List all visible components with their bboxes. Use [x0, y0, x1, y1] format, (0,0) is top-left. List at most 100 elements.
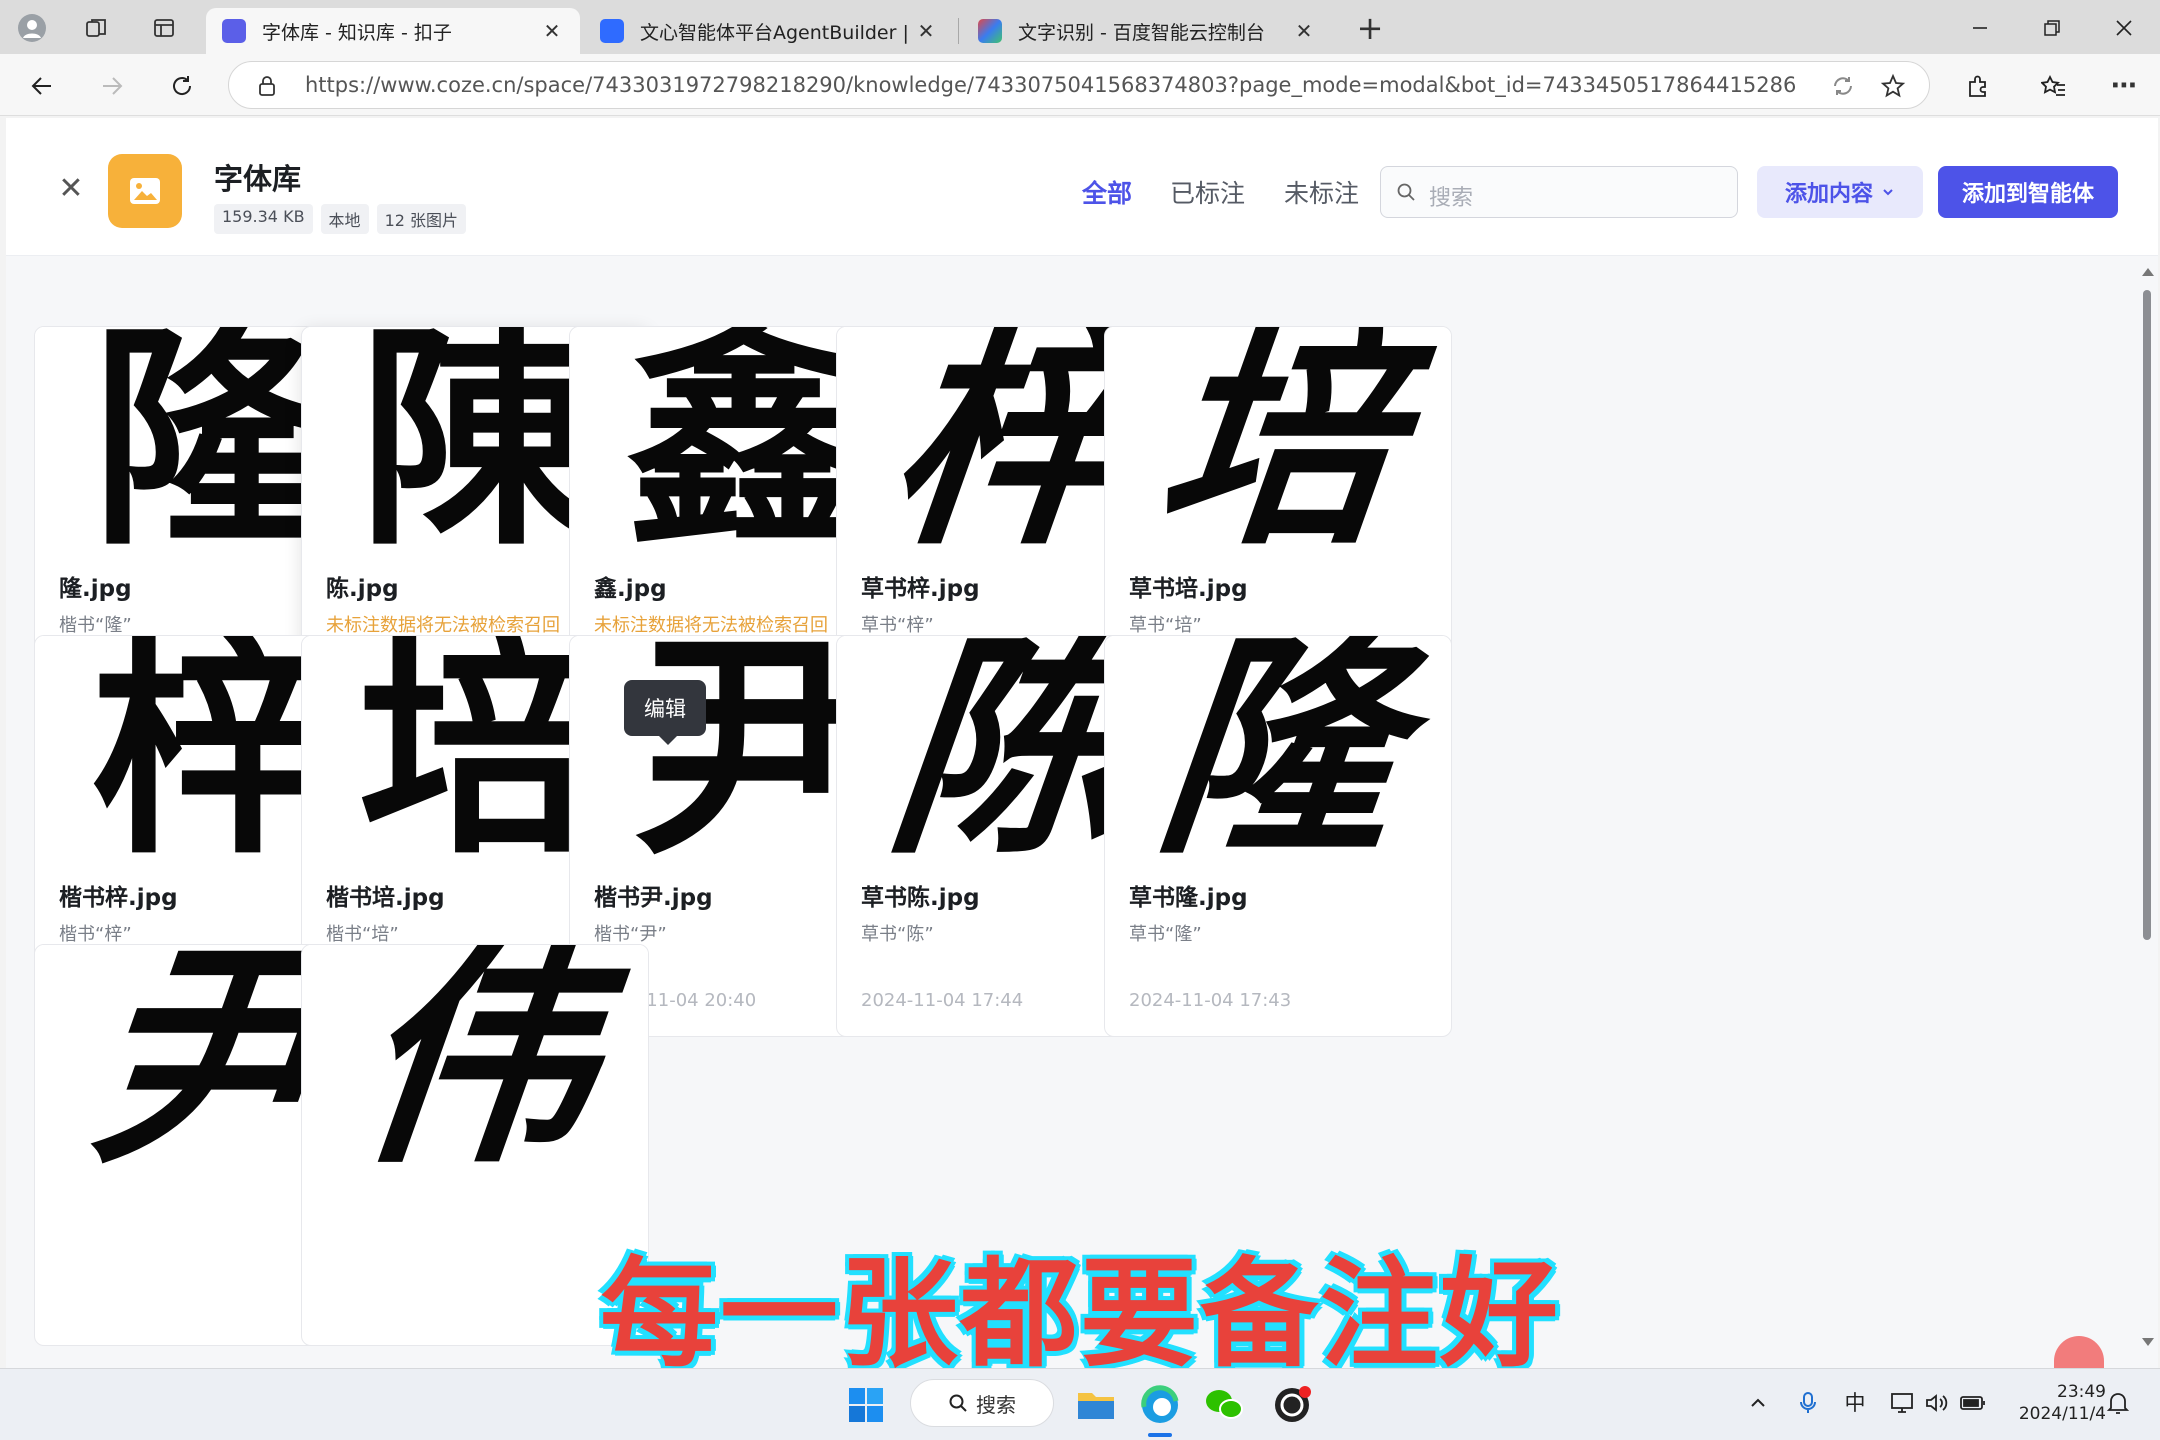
image-filename: 楷书培.jpg [326, 885, 445, 911]
image-filename: 草书培.jpg [1129, 576, 1248, 602]
close-modal-icon[interactable]: ✕ [56, 174, 86, 204]
image-annotation: 楷书“尹” [594, 924, 667, 945]
favorite-star-icon[interactable] [1879, 72, 1907, 100]
lock-icon[interactable] [255, 74, 279, 98]
tab-separator [958, 18, 959, 44]
scroll-up-arrow-icon[interactable] [2142, 268, 2154, 276]
calligraphy-image[interactable]: 隆 [1105, 636, 1451, 858]
filter-tab-annotated[interactable]: 已标注 [1170, 174, 1245, 210]
knowledge-title: 字体库 [214, 162, 302, 196]
image-annotation: 草书“梓” [861, 615, 934, 636]
workspaces-icon[interactable] [80, 12, 112, 44]
filter-tab-unannotated[interactable]: 未标注 [1284, 174, 1359, 210]
image-annotation: 楷书“梓” [59, 924, 132, 945]
video-caption: 每一张都要备注好 [599, 1245, 1560, 1383]
extensions-icon[interactable] [1958, 66, 1998, 106]
refresh-icon[interactable] [162, 66, 202, 106]
chevron-down-icon [1881, 180, 1895, 205]
filter-tab-all[interactable]: 全部 [1082, 174, 1132, 210]
image-annotation: 楷书“隆” [59, 615, 132, 636]
calligraphy-image[interactable]: 培 [1105, 327, 1451, 549]
image-card[interactable]: 隆草书隆.jpg 草书“隆” 2024-11-04 17:43 [1104, 635, 1452, 1037]
calligraphy-glyph: 尹 [625, 636, 862, 858]
image-annotation: 草书“陈” [861, 924, 934, 945]
search-placeholder: 搜索 [1429, 186, 1474, 211]
image-library-icon [108, 154, 182, 228]
new-tab-icon[interactable]: + [1350, 9, 1390, 47]
image-date: 2024-11-04 17:44 [861, 990, 1024, 1011]
calligraphy-glyph: 培 [357, 636, 594, 858]
file-explorer-icon[interactable] [1074, 1383, 1118, 1427]
knowledge-modal: ✕ 字体库 159.34 KB 本地 12 张图片 全部 已标注 未标注 搜索 … [6, 118, 2158, 1368]
clock-time: 23:49 [2057, 1382, 2106, 1402]
volume-icon[interactable] [1922, 1389, 1950, 1417]
restore-icon[interactable] [2032, 10, 2072, 46]
scroll-thumb[interactable] [2143, 290, 2151, 940]
edit-tooltip: 编辑 [624, 680, 706, 745]
calligraphy-glyph: 梓 [878, 327, 1144, 549]
image-filename: 草书隆.jpg [1129, 885, 1248, 911]
add-content-label: 添加内容 [1784, 182, 1873, 207]
unannotated-warning: 未标注数据将无法被检索召回 [594, 615, 828, 636]
wechat-icon[interactable] [1202, 1383, 1246, 1427]
address-bar[interactable]: https://www.coze.cn/space/74330319727982… [228, 61, 1930, 109]
back-icon[interactable] [22, 66, 62, 106]
forward-icon[interactable] [92, 66, 132, 106]
notification-bell-icon[interactable] [2104, 1389, 2132, 1417]
calligraphy-glyph: 伟 [343, 945, 609, 1167]
obs-recorder-icon[interactable] [1270, 1383, 1314, 1427]
source-tag: 本地 [320, 204, 369, 234]
tab-close-icon[interactable]: ✕ [1292, 19, 1316, 43]
add-content-button[interactable]: 添加内容 [1757, 166, 1923, 218]
calligraphy-image[interactable]: 伟 [302, 945, 648, 1167]
image-card-grid: 隆隆.jpg楷书“隆”2024-11-04 23:49陳陈.jpg未标注数据将无… [6, 256, 2126, 1368]
calligraphy-glyph: 隆 [90, 327, 327, 549]
tab-close-icon[interactable]: ✕ [540, 19, 564, 43]
edge-browser-icon[interactable] [1138, 1383, 1182, 1427]
unannotated-warning: 未标注数据将无法被检索召回 [326, 615, 560, 636]
calligraphy-glyph: 鑫 [625, 327, 862, 549]
image-filename: 隆.jpg [59, 576, 132, 602]
collections-icon[interactable] [2034, 66, 2074, 106]
add-to-bot-button[interactable]: 添加到智能体 [1938, 166, 2118, 218]
search-icon [1395, 181, 1417, 203]
image-filename: 鑫.jpg [594, 576, 667, 602]
tab-agentbuilder[interactable]: 文心智能体平台AgentBuilder | 想 ✕ [584, 8, 954, 54]
image-annotation: 草书“培” [1129, 615, 1202, 636]
scrollbar[interactable] [2139, 268, 2155, 1348]
calligraphy-glyph: 培 [1146, 327, 1412, 549]
more-menu-icon[interactable]: ⋯ [2104, 66, 2144, 106]
image-filename: 草书梓.jpg [861, 576, 980, 602]
vertical-tabs-icon[interactable] [148, 12, 180, 44]
tab-coze-knowledge[interactable]: 字体库 - 知识库 - 扣子 ✕ [206, 8, 580, 54]
clock-date: 2024/11/4 [2018, 1404, 2106, 1424]
taskbar-search-label: 搜索 [976, 1392, 1016, 1417]
size-tag: 159.34 KB [214, 204, 313, 234]
window-close-icon[interactable] [2104, 10, 2144, 46]
tab-title: 文字识别 - 百度智能云控制台 [1018, 21, 1265, 44]
url-text: https://www.coze.cn/space/74330319727982… [305, 73, 1797, 97]
minimize-icon[interactable] [1960, 10, 2000, 46]
coze-favicon-icon [222, 19, 246, 43]
system-clock[interactable]: 23:49 2024/11/4 [2010, 1381, 2106, 1425]
calligraphy-glyph: 陳 [357, 327, 594, 549]
tray-expand-icon[interactable] [1744, 1389, 1772, 1417]
image-date: 2024-11-04 17:43 [1129, 990, 1292, 1011]
windows-start-icon[interactable] [846, 1385, 886, 1425]
read-aloud-icon[interactable] [1829, 72, 1857, 100]
tab-close-icon[interactable]: ✕ [914, 19, 938, 43]
calligraphy-glyph: 隆 [1146, 636, 1412, 858]
microphone-icon[interactable] [1794, 1389, 1822, 1417]
windows-taskbar: 搜索 中 23:49 2024/11/4 [0, 1368, 2160, 1440]
tab-baidu-ocr[interactable]: 文字识别 - 百度智能云控制台 ✕ [962, 8, 1332, 54]
calligraphy-glyph: 梓 [90, 636, 327, 858]
battery-icon[interactable] [1958, 1389, 1988, 1417]
tab-title: 字体库 - 知识库 - 扣子 [262, 21, 452, 44]
taskbar-search[interactable]: 搜索 [910, 1379, 1054, 1427]
browser-toolbar: https://www.coze.cn/space/74330319727982… [0, 54, 2160, 116]
ime-indicator[interactable]: 中 [1840, 1387, 1870, 1417]
network-icon[interactable] [1888, 1389, 1916, 1417]
search-input[interactable]: 搜索 [1380, 166, 1738, 218]
profile-icon[interactable] [14, 10, 50, 46]
image-filename: 楷书尹.jpg [594, 885, 713, 911]
